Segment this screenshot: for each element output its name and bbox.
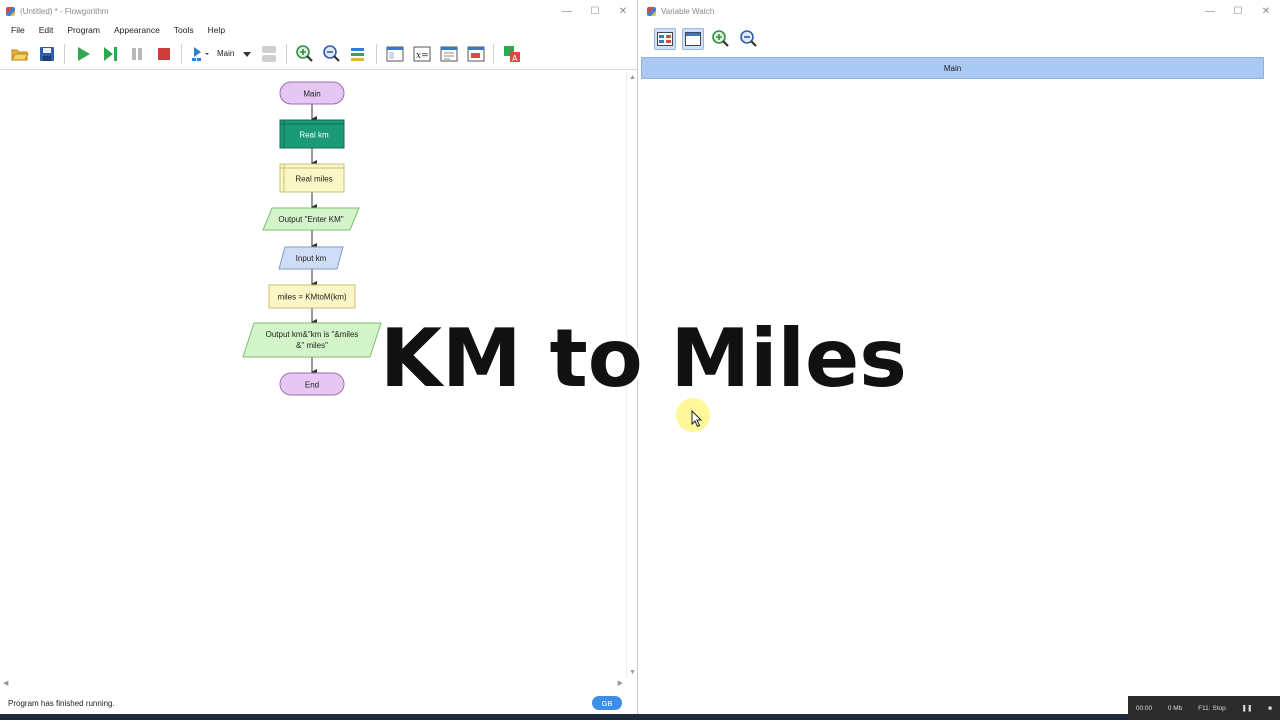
status-text: Program has finished running. [8, 698, 115, 708]
desktop-strip [0, 714, 1128, 720]
runtime-hint: F11: Stop [1198, 704, 1226, 712]
assign-node[interactable]: miles = KMtoM(km) [268, 284, 356, 309]
runtime-time: 00:00 [1135, 704, 1153, 712]
layout-icon[interactable] [348, 43, 370, 65]
window-title: Variable Watch [661, 6, 715, 16]
zoom-out-icon[interactable] [321, 43, 343, 65]
node-label: Main [303, 90, 320, 99]
node-label: miles = KMtoM(km) [277, 293, 346, 302]
toolbar-separator [181, 43, 182, 64]
output-prompt-node[interactable]: Output "Enter KM" [262, 207, 360, 231]
function-select[interactable]: Main [217, 49, 234, 58]
stop-icon[interactable]: ■ [1268, 705, 1272, 712]
watch-toolbar [641, 22, 1280, 56]
window-title: (Untitled) * - Flowgorithm [20, 6, 109, 16]
status-bar: Program has finished running. GB [0, 692, 636, 714]
function-dropdown-icon[interactable] [241, 43, 253, 65]
zoom-out-icon[interactable] [738, 28, 760, 50]
step-icon[interactable] [99, 43, 121, 65]
open-folder-icon[interactable] [9, 43, 31, 65]
menu-bar: File Edit Program Appearance Tools Help [0, 22, 637, 38]
svg-text:x=: x= [416, 51, 429, 61]
zoom-in-icon[interactable] [710, 28, 732, 50]
app-icon [6, 6, 15, 16]
save-icon[interactable] [36, 43, 58, 65]
minimize-icon[interactable]: — [1196, 6, 1224, 17]
maximize-icon[interactable]: ☐ [1224, 6, 1252, 17]
menu-program[interactable]: Program [67, 25, 100, 35]
node-label: Real km [299, 131, 329, 140]
minimize-icon[interactable]: — [553, 6, 581, 17]
node-label: Real miles [295, 175, 332, 184]
watch-column-header: Main [641, 57, 1264, 79]
node-label: Input km [296, 254, 327, 263]
scroll-left-icon[interactable]: ◀ [3, 679, 8, 687]
chart-icon[interactable] [465, 43, 487, 65]
split-view-icon[interactable] [654, 28, 676, 50]
node-label: End [305, 381, 319, 390]
terminal-start[interactable]: Main [279, 81, 345, 105]
watch-scrollbar[interactable] [1264, 57, 1280, 712]
run-icon[interactable] [72, 43, 94, 65]
output-result-node[interactable]: Output km&"km is "&miles &" miles" [242, 322, 382, 358]
horizontal-scrollbar[interactable]: ◀ ▶ [0, 678, 626, 690]
scroll-up-icon[interactable]: ▲ [629, 74, 636, 81]
title-bar: (Untitled) * - Flowgorithm — ☐ ✕ [0, 0, 637, 22]
toolbar-separator [64, 43, 65, 64]
runtime-bar: 00:00 0 Mb F11: Stop ❚❚ ■ [1128, 696, 1280, 720]
console-icon[interactable] [384, 43, 406, 65]
zoom-in-icon[interactable] [294, 43, 316, 65]
maximize-icon[interactable]: ☐ [581, 6, 609, 17]
menu-appearance[interactable]: Appearance [114, 25, 160, 35]
scroll-right-icon[interactable]: ▶ [618, 679, 623, 687]
node-label: Output "Enter KM" [278, 215, 343, 224]
node-label: Output km&"km is "&miles [266, 330, 359, 339]
scroll-down-icon[interactable]: ▼ [629, 669, 636, 676]
toolbar-separator [286, 43, 288, 64]
node-label: &" miles" [296, 341, 328, 350]
menu-file[interactable]: File [11, 25, 25, 35]
language-badge[interactable]: GB [592, 696, 622, 710]
stop-icon[interactable] [153, 43, 175, 65]
menu-tools[interactable]: Tools [174, 25, 194, 35]
toolbar-separator [376, 43, 378, 64]
declare-miles-node[interactable]: Real miles [279, 163, 345, 193]
input-km-node[interactable]: Input km [278, 246, 344, 270]
variables-icon[interactable]: x= [411, 43, 433, 65]
disabled-icon [258, 43, 280, 65]
terminal-end[interactable]: End [279, 372, 345, 396]
toolbar-separator [493, 43, 495, 64]
declare-km-node[interactable]: Real km [279, 119, 345, 149]
close-icon[interactable]: ✕ [1252, 6, 1280, 17]
toolbar: Main x= A [0, 38, 637, 70]
menu-edit[interactable]: Edit [39, 25, 54, 35]
title-bar: Variable Watch — ☐ ✕ [641, 0, 1280, 22]
pause-icon[interactable]: ❚❚ [1242, 704, 1253, 712]
add-function-icon[interactable] [189, 43, 211, 65]
translate-icon[interactable]: A [501, 43, 523, 65]
runtime-memory: 0 Mb [1167, 704, 1183, 712]
svg-text:A: A [512, 54, 518, 63]
menu-help[interactable]: Help [208, 25, 225, 35]
pause-icon[interactable] [126, 43, 148, 65]
close-icon[interactable]: ✕ [609, 6, 637, 17]
window-view-icon[interactable] [682, 28, 704, 50]
cursor-icon [691, 410, 703, 428]
overlay-title: KM to Miles [380, 312, 907, 405]
app-icon [647, 6, 656, 16]
source-icon[interactable] [438, 43, 460, 65]
